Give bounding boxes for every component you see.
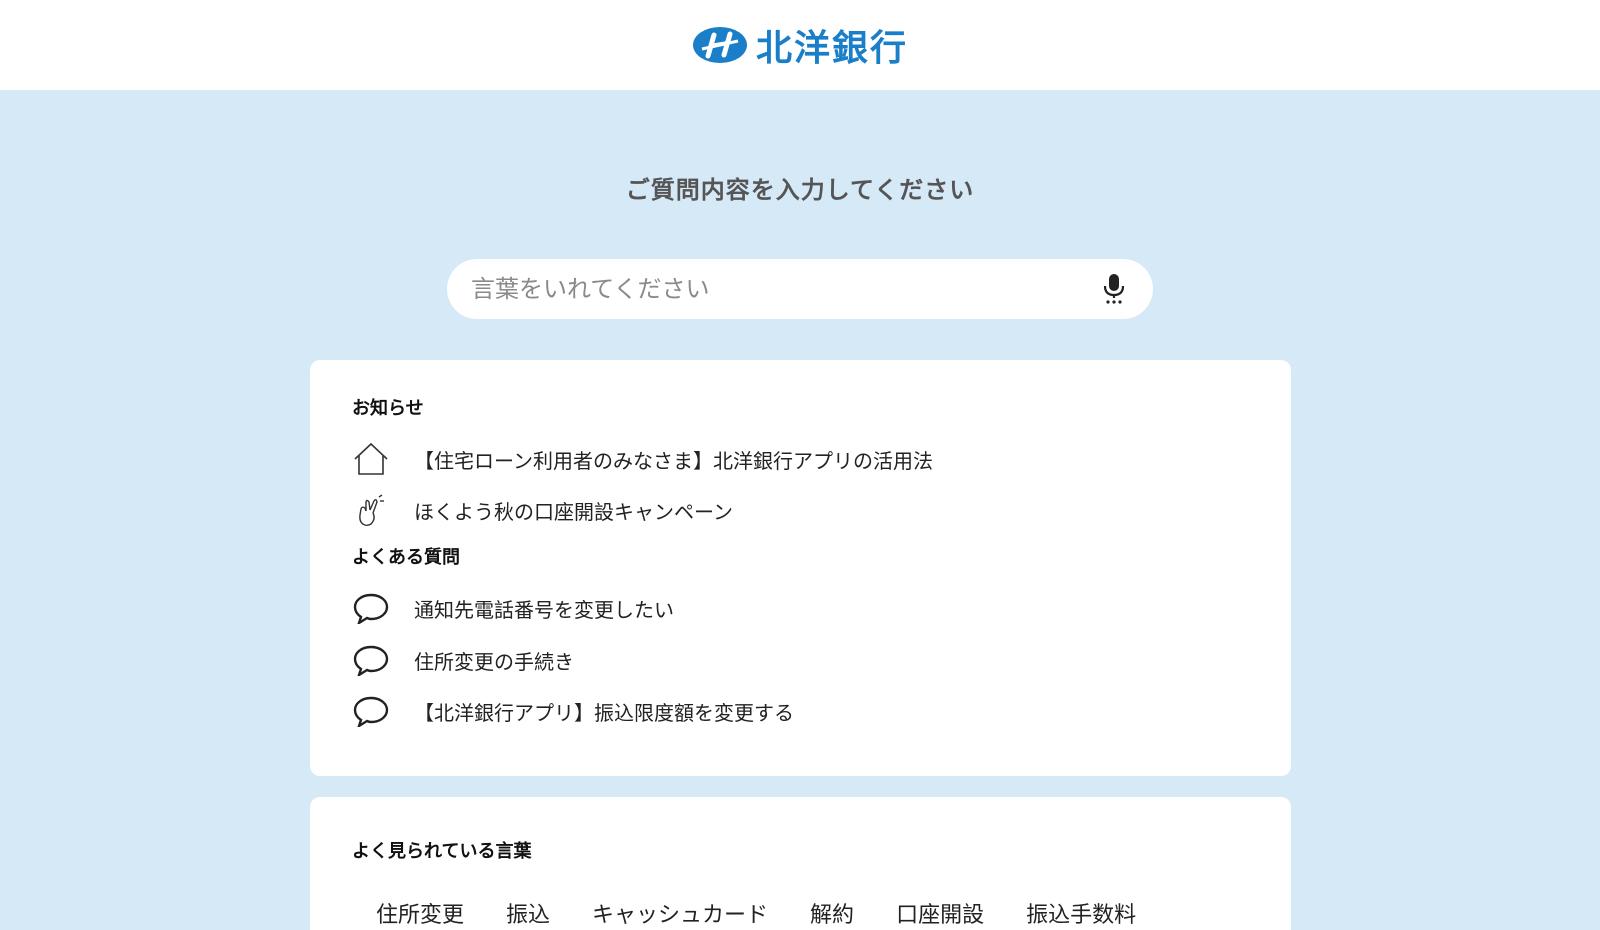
notice-item[interactable]: 【住宅ローン利用者のみなさま】北洋銀行アプリの活用法	[352, 440, 933, 478]
faq-title: よくある質問	[352, 547, 460, 568]
popular-words-title: よく見られている言葉	[352, 841, 532, 862]
popular-words-list: 住所変更 振込 キャッシュカード 解約 口座開設 振込手数料	[376, 897, 1136, 929]
popular-word-tag[interactable]: キャッシュカード	[592, 897, 768, 929]
notice-item[interactable]: ほくよう秋の口座開設キャンペーン	[352, 491, 733, 529]
popular-word-tag[interactable]: 振込手数料	[1026, 897, 1136, 929]
header-bar: 北洋銀行	[0, 0, 1600, 90]
crossed-fingers-icon	[352, 491, 390, 529]
page-title: ご質問内容を入力してください	[625, 176, 975, 204]
popular-word-tag[interactable]: 解約	[810, 897, 854, 929]
faq-item-label: 【北洋銀行アプリ】振込限度額を変更する	[414, 700, 794, 725]
notice-item-label: 【住宅ローン利用者のみなさま】北洋銀行アプリの活用法	[414, 448, 933, 473]
search-input[interactable]	[471, 275, 1099, 303]
faq-item[interactable]: 【北洋銀行アプリ】振込限度額を変更する	[352, 692, 794, 730]
notice-item-label: ほくよう秋の口座開設キャンペーン	[414, 499, 733, 524]
speech-bubble-icon	[352, 641, 390, 679]
faq-item[interactable]: 住所変更の手続き	[352, 641, 574, 679]
notices-title: お知らせ	[352, 398, 424, 419]
popular-word-tag[interactable]: 振込	[506, 897, 550, 929]
popular-word-tag[interactable]: 住所変更	[376, 897, 464, 929]
search-box[interactable]	[447, 259, 1153, 319]
popular-word-tag[interactable]: 口座開設	[896, 897, 984, 929]
popular-words-card: よく見られている言葉 住所変更 振込 キャッシュカード 解約 口座開設 振込手数…	[310, 797, 1291, 930]
bank-logo-text: 北洋銀行	[755, 28, 908, 69]
microphone-icon[interactable]	[1099, 272, 1129, 306]
bank-logo-mark-icon	[692, 27, 747, 63]
speech-bubble-icon	[352, 692, 390, 730]
speech-bubble-icon	[352, 589, 390, 627]
faq-item-label: 通知先電話番号を変更したい	[414, 597, 674, 622]
info-card: お知らせ 【住宅ローン利用者のみなさま】北洋銀行アプリの活用法 ほくよう秋の口座…	[310, 360, 1291, 776]
house-icon	[352, 440, 390, 478]
faq-item-label: 住所変更の手続き	[414, 649, 574, 674]
bank-logo[interactable]: 北洋銀行	[692, 19, 908, 71]
faq-item[interactable]: 通知先電話番号を変更したい	[352, 589, 674, 627]
